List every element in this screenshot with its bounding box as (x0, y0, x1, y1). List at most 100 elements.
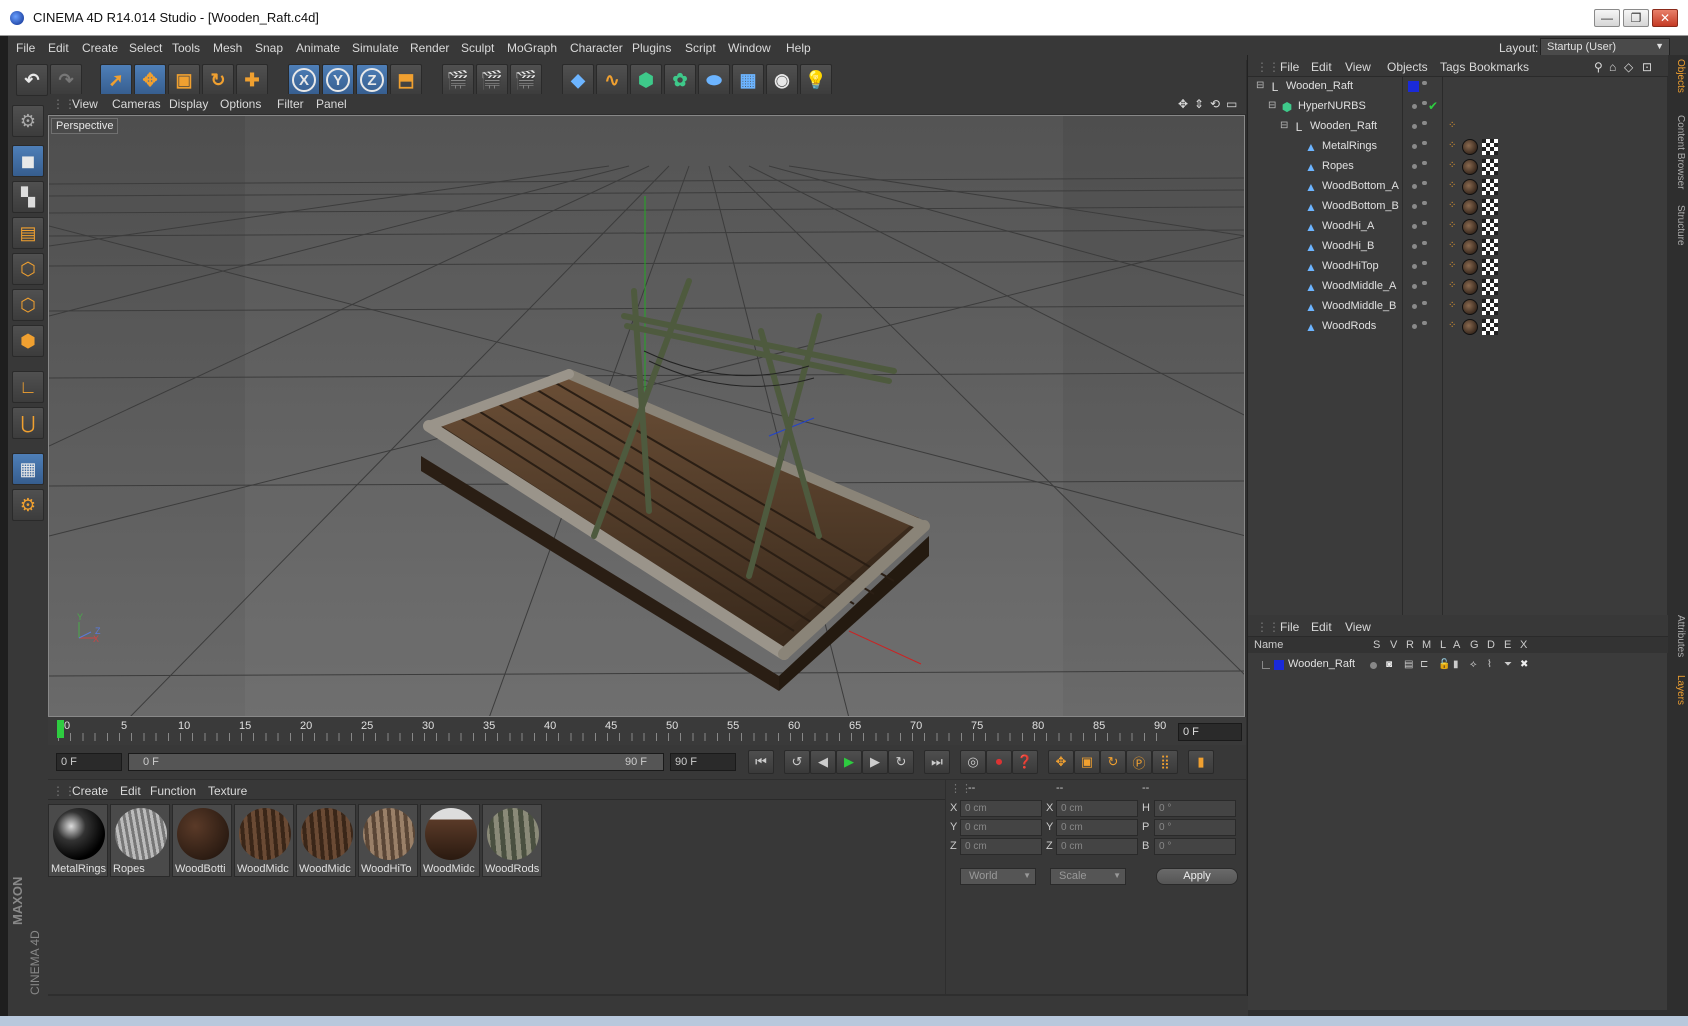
phong-tag-icon[interactable]: ⁘ (1448, 120, 1456, 131)
coordinate-space-dropdown[interactable]: World ▼ (960, 868, 1036, 885)
cube-primitive-button[interactable]: ◆ (562, 64, 594, 96)
viewport-menu-cameras[interactable]: Cameras (112, 97, 161, 111)
menu-animate[interactable]: Animate (296, 41, 340, 55)
editor-visibility-dot[interactable] (1412, 124, 1417, 129)
start-frame-field[interactable]: 0 F (56, 753, 122, 771)
previous-key-button[interactable]: ↺ (784, 750, 810, 774)
next-key-button[interactable]: ↻ (888, 750, 914, 774)
menu-select[interactable]: Select (129, 41, 162, 55)
deformer-icon[interactable]: ⌇ (1487, 659, 1492, 670)
render-visibility-dot[interactable] (1422, 201, 1427, 205)
phong-tag-icon[interactable]: ⁘ (1448, 160, 1456, 171)
perspective-viewport[interactable]: Perspective Y Z X (48, 115, 1245, 717)
rotate-tool-button[interactable]: ↻ (202, 64, 234, 96)
object-row[interactable]: ▲ MetalRings ⁘ (1248, 137, 1668, 157)
render-icon[interactable]: ▤ (1404, 659, 1413, 670)
material-tag-icon[interactable] (1462, 139, 1478, 155)
uvw-tag-icon[interactable] (1482, 239, 1498, 255)
collapse-icon[interactable]: ⊟ (1256, 80, 1264, 91)
eye-icon[interactable]: ◙ (1386, 659, 1392, 670)
end-frame-field[interactable]: 90 F (670, 753, 736, 771)
layer-col-view[interactable]: V (1390, 639, 1397, 651)
editor-visibility-dot[interactable] (1412, 244, 1417, 249)
material-menu-edit[interactable]: Edit (120, 784, 141, 798)
object-name[interactable]: WoodMiddle_B (1322, 300, 1396, 312)
object-row[interactable]: ▲ WoodHi_B ⁘ (1248, 237, 1668, 257)
material-tag-icon[interactable] (1462, 259, 1478, 275)
object-menu-file[interactable]: File (1280, 60, 1299, 74)
rot-p-field[interactable]: 0 ° (1154, 819, 1236, 836)
timeline-ruler[interactable]: 0 5 10 15 20 25 30 35 40 45 50 55 60 65 … (48, 717, 1246, 745)
menu-simulate[interactable]: Simulate (352, 41, 399, 55)
object-name[interactable]: WoodHi_B (1322, 240, 1374, 252)
object-name[interactable]: WoodRods (1322, 320, 1376, 332)
layer-col-render[interactable]: R (1406, 639, 1414, 651)
object-name[interactable]: WoodHi_A (1322, 220, 1374, 232)
object-menu-objects[interactable]: Objects (1387, 60, 1428, 74)
object-row[interactable]: ▲ WoodHi_A ⁘ (1248, 217, 1668, 237)
autokey-button[interactable]: ⏺ (986, 750, 1012, 774)
material-swatch-ropes[interactable]: Ropes (110, 804, 170, 877)
camera-button[interactable]: ◉ (766, 64, 798, 96)
enabled-check-icon[interactable]: ✔ (1428, 99, 1438, 113)
size-y-field[interactable]: 0 cm (1056, 819, 1138, 836)
layer-col-name[interactable]: Name (1254, 639, 1283, 651)
undo-button[interactable]: ↶ (16, 64, 48, 96)
render-visibility-dot[interactable] (1422, 141, 1427, 145)
manager-icon[interactable]: ⊏ (1420, 659, 1428, 670)
editor-visibility-dot[interactable] (1412, 144, 1417, 149)
home-icon[interactable]: ⌂ (1609, 60, 1616, 74)
lock-icon[interactable]: 🔓 (1438, 659, 1450, 670)
editor-visibility-dot[interactable] (1412, 304, 1417, 309)
render-visibility-dot[interactable] (1422, 161, 1427, 165)
layer-col-generators[interactable]: G (1470, 639, 1479, 651)
phong-tag-icon[interactable]: ⁘ (1448, 180, 1456, 191)
go-to-start-button[interactable]: ⏮ (748, 750, 774, 774)
points-mode-button[interactable]: ⬡ (12, 253, 44, 285)
playhead-marker[interactable] (57, 720, 64, 738)
next-frame-button[interactable]: ▶ (862, 750, 888, 774)
array-button[interactable]: ✿ (664, 64, 696, 96)
phong-tag-icon[interactable]: ⁘ (1448, 300, 1456, 311)
record-scale-button[interactable]: ▣ (1074, 750, 1100, 774)
menu-plugins[interactable]: Plugins (632, 41, 671, 55)
material-tag-icon[interactable] (1462, 239, 1478, 255)
layer-col-animation[interactable]: A (1453, 639, 1460, 651)
object-row[interactable]: ⊟ L Wooden_Raft (1248, 77, 1668, 97)
uvw-tag-icon[interactable] (1482, 179, 1498, 195)
pos-z-field[interactable]: 0 cm (960, 838, 1042, 855)
size-z-field[interactable]: 0 cm (1056, 838, 1138, 855)
previous-frame-button[interactable]: ◀ (810, 750, 836, 774)
object-name[interactable]: WoodMiddle_A (1322, 280, 1396, 292)
layer-col-solo[interactable]: S (1373, 639, 1380, 651)
film-icon[interactable]: ▮ (1453, 659, 1459, 670)
menu-edit[interactable]: Edit (48, 41, 69, 55)
pos-x-field[interactable]: 0 cm (960, 800, 1042, 817)
menu-file[interactable]: File (16, 41, 35, 55)
render-visibility-dot[interactable] (1422, 241, 1427, 245)
record-keys-button[interactable]: ◎ (960, 750, 986, 774)
editor-visibility-dot[interactable] (1412, 284, 1417, 289)
live-selection-button[interactable]: ➚ (100, 64, 132, 96)
material-swatch-woodmiddle-a[interactable]: WoodMidc (234, 804, 294, 877)
collapse-icon[interactable]: ⊟ (1280, 120, 1288, 131)
layer-color-swatch[interactable] (1408, 81, 1419, 92)
layer-col-manager[interactable]: M (1422, 639, 1431, 651)
object-row[interactable]: ▲ Ropes ⁘ (1248, 157, 1668, 177)
y-axis-lock-button[interactable]: Y (322, 64, 354, 96)
material-swatch-woodbottom[interactable]: WoodBotti (172, 804, 232, 877)
make-editable-button[interactable]: ⚙ (12, 105, 44, 137)
redo-button[interactable]: ↷ (50, 64, 82, 96)
uvw-tag-icon[interactable] (1482, 259, 1498, 275)
editor-visibility-dot[interactable] (1412, 104, 1417, 109)
material-swatch-metalrings[interactable]: MetalRings (48, 804, 108, 877)
render-visibility-dot[interactable] (1422, 121, 1427, 125)
phong-tag-icon[interactable]: ⁘ (1448, 280, 1456, 291)
menu-tools[interactable]: Tools (172, 41, 200, 55)
go-to-end-button[interactable]: ⏭ (924, 750, 950, 774)
rotate-view-icon[interactable]: ⟲ (1210, 97, 1220, 111)
solo-dot-icon[interactable] (1370, 662, 1377, 669)
render-visibility-dot[interactable] (1422, 221, 1427, 225)
workplane-mode-button[interactable]: ▤ (12, 217, 44, 249)
move-tool-button[interactable]: ✥ (134, 64, 166, 96)
